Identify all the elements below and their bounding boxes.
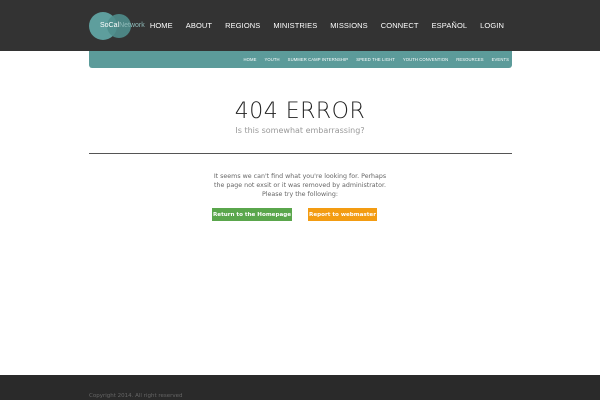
main-nav-missions[interactable]: MISSIONS bbox=[330, 21, 367, 30]
sub-nav-items: HOME YOUTH SUMMER CAMP INTERNSHIP SPEED … bbox=[236, 57, 509, 62]
logo-text-part1: SoCal bbox=[100, 22, 120, 29]
main-nav-about[interactable]: ABOUT bbox=[186, 21, 212, 30]
main-nav-home[interactable]: HOME bbox=[150, 21, 173, 30]
main-nav-espanol[interactable]: ESPAÑOL bbox=[432, 21, 468, 30]
sub-nav: HOME YOUTH SUMMER CAMP INTERNSHIP SPEED … bbox=[89, 51, 512, 68]
error-subtitle: Is this somewhat embarrassing? bbox=[235, 126, 365, 135]
error-title: 404 ERROR bbox=[234, 99, 366, 124]
sub-nav-summer-camp-internship[interactable]: SUMMER CAMP INTERNSHIP bbox=[288, 57, 349, 62]
return-homepage-button[interactable]: Return to the Homepage bbox=[212, 208, 292, 221]
main-nav: HOME ABOUT REGIONS MINISTRIES MISSIONS C… bbox=[137, 21, 504, 30]
sub-nav-events[interactable]: EVENTS bbox=[492, 57, 509, 62]
error-message-line-1: It seems we can't find what you're looki… bbox=[213, 173, 387, 180]
main-nav-ministries[interactable]: MINISTRIES bbox=[273, 21, 317, 30]
content-divider bbox=[89, 153, 512, 154]
sub-nav-speed-the-light[interactable]: SPEED THE LIGHT bbox=[356, 57, 395, 62]
main-nav-connect[interactable]: CONNECT bbox=[381, 21, 419, 30]
sub-nav-resources[interactable]: RESOURCES bbox=[456, 57, 483, 62]
site-footer: Copyright 2014. All right reserved bbox=[0, 375, 600, 400]
main-nav-regions[interactable]: REGIONS bbox=[225, 21, 260, 30]
sub-nav-youth-convention[interactable]: YOUTH CONVENTION bbox=[403, 57, 448, 62]
sub-nav-youth[interactable]: YOUTH bbox=[265, 57, 280, 62]
report-webmaster-button[interactable]: Report to webmaster bbox=[308, 208, 377, 221]
site-header: SoCalNetwork HOME ABOUT REGIONS MINISTRI… bbox=[0, 0, 600, 51]
error-message-line-2: the page not exsit or it was removed by … bbox=[214, 182, 386, 189]
footer-copyright: Copyright 2014. All right reserved bbox=[89, 393, 183, 399]
main-nav-login[interactable]: LOGIN bbox=[480, 21, 504, 30]
sub-nav-home[interactable]: HOME bbox=[244, 57, 257, 62]
error-message-line-3: Please try the following: bbox=[262, 191, 338, 198]
error-message: It seems we can't find what you're looki… bbox=[200, 172, 400, 199]
